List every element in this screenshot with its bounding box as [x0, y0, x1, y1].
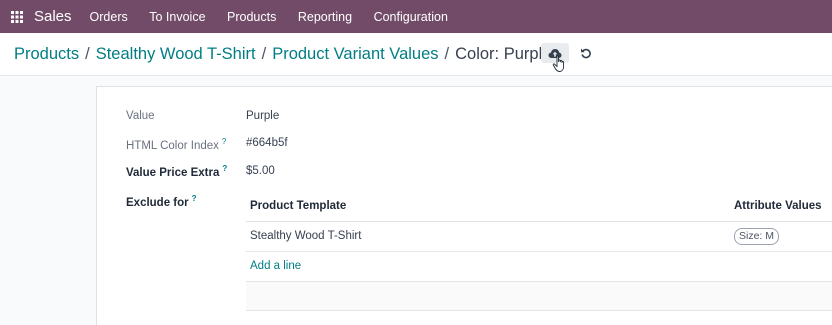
menu-to-invoice[interactable]: To Invoice [149, 10, 205, 24]
breadcrumb: Products / Stealthy Wood T-Shirt / Produ… [14, 45, 551, 64]
form-sheet: Value Purple HTML Color Index? #664b5f V… [96, 86, 832, 325]
control-panel: Products / Stealthy Wood T-Shirt / Produ… [0, 33, 832, 76]
breadcrumb-separator: / [261, 44, 267, 63]
menu-configuration[interactable]: Configuration [374, 10, 448, 24]
value-label: Value [126, 110, 155, 122]
price-extra-field[interactable]: $5.00 [246, 165, 275, 177]
attribute-value-tag[interactable]: Size: M [734, 228, 780, 245]
top-navbar: Sales Orders To Invoice Products Reporti… [0, 0, 832, 33]
column-attribute-values[interactable]: Attribute Values [734, 200, 822, 212]
discard-button[interactable] [579, 45, 593, 61]
help-tooltip-icon[interactable]: ? [192, 194, 197, 203]
menu-reporting[interactable]: Reporting [298, 10, 352, 24]
help-tooltip-icon[interactable]: ? [222, 164, 227, 173]
value-field[interactable]: Purple [246, 110, 279, 122]
add-line-link[interactable]: Add a line [250, 260, 301, 272]
hand-pointer-icon [552, 55, 565, 72]
breadcrumb-variant-values[interactable]: Product Variant Values [272, 45, 438, 64]
breadcrumb-current: Color: Purple [455, 44, 552, 63]
empty-table-row [246, 282, 832, 311]
html-color-label: HTML Color Index? [126, 137, 227, 152]
breadcrumb-product-template[interactable]: Stealthy Wood T-Shirt [96, 45, 256, 64]
menu-products[interactable]: Products [227, 10, 276, 24]
app-name[interactable]: Sales [34, 8, 72, 25]
table-header: Product Template Attribute Values [246, 191, 832, 222]
column-product-template[interactable]: Product Template [250, 200, 346, 212]
breadcrumb-products[interactable]: Products [14, 45, 79, 64]
breadcrumb-separator: / [85, 44, 90, 63]
exclude-for-label: Exclude for? [126, 194, 197, 209]
undo-icon [581, 48, 591, 59]
add-line-row: Add a line [246, 252, 832, 282]
exclusions-table: Product Template Attribute Values Stealt… [246, 191, 832, 311]
price-extra-label: Value Price Extra? [126, 164, 228, 179]
row-product-template[interactable]: Stealthy Wood T-Shirt [250, 230, 361, 242]
help-tooltip-icon[interactable]: ? [222, 137, 226, 146]
table-row[interactable]: Stealthy Wood T-Shirt Size: M [246, 222, 832, 252]
apps-grid-icon[interactable] [11, 10, 25, 24]
html-color-field[interactable]: #664b5f [246, 137, 288, 149]
breadcrumb-separator: / [444, 44, 450, 63]
menu-orders[interactable]: Orders [90, 10, 128, 24]
